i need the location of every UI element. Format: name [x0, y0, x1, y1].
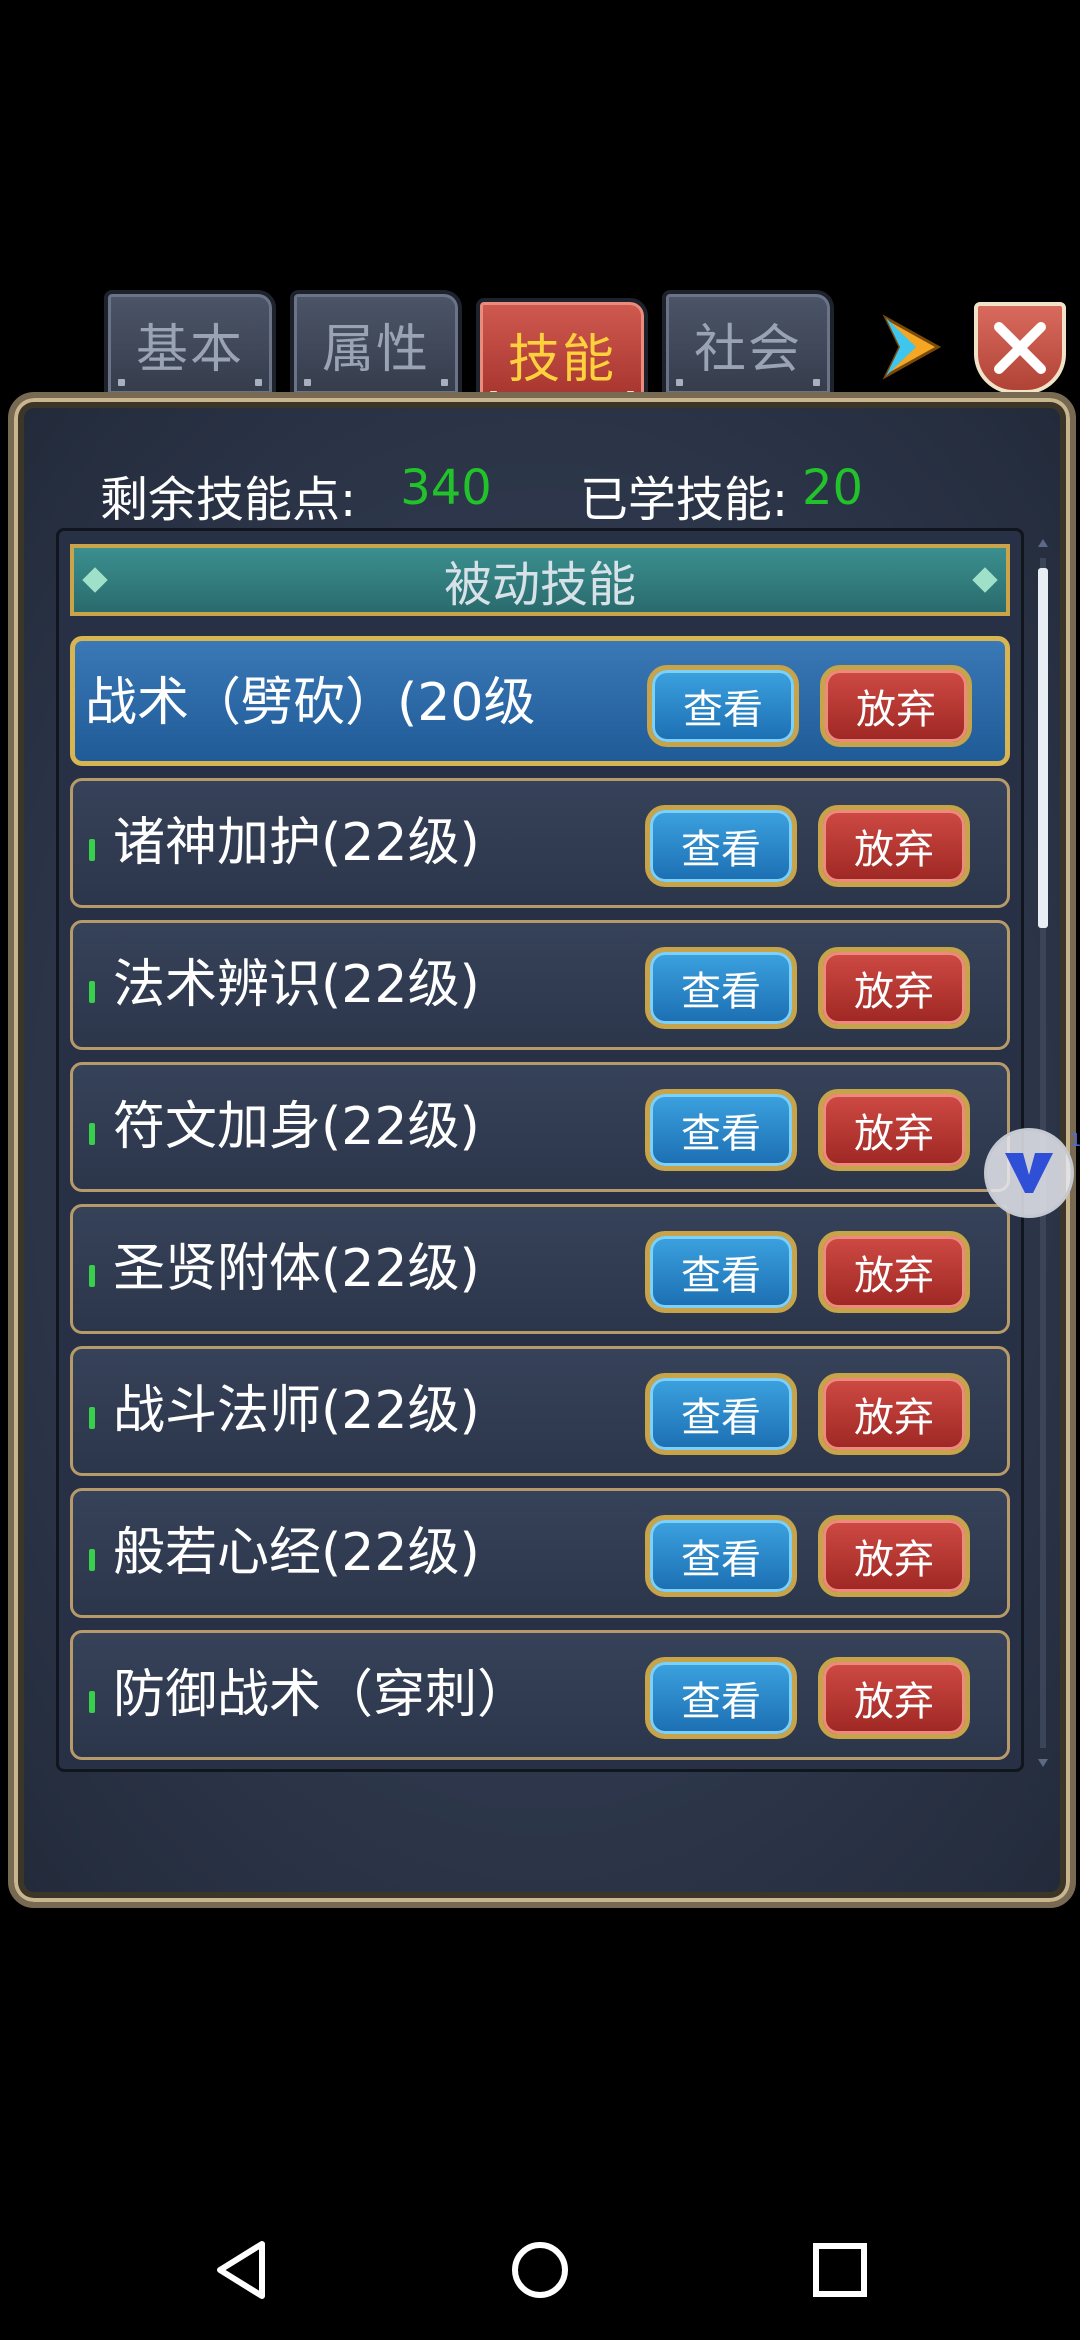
bullet-icon	[89, 1407, 95, 1429]
scroll-down-icon[interactable]	[1037, 1758, 1049, 1768]
tab-skills-label: 技能	[507, 329, 616, 390]
skill-row[interactable]: 符文加身(22级) 查看 放弃	[70, 1062, 1010, 1192]
bullet-icon	[89, 839, 95, 861]
abandon-button[interactable]: 放弃	[818, 1373, 970, 1455]
home-icon[interactable]	[508, 2238, 572, 2302]
close-icon	[994, 322, 1046, 374]
tab-social[interactable]: 社会	[662, 290, 834, 398]
skill-row[interactable]: 防御战术（穿刺） 查看 放弃	[70, 1630, 1010, 1760]
tab-basic[interactable]: 基本	[104, 290, 276, 398]
tab-attributes-label: 属性	[321, 319, 430, 380]
bullet-icon	[89, 1123, 95, 1145]
skill-name: 符文加身(22级)	[113, 1097, 480, 1157]
remaining-points-label: 剩余技能点:	[100, 472, 357, 528]
view-button[interactable]: 查看	[645, 1231, 797, 1313]
skill-name: 般若心经(22级)	[113, 1523, 480, 1583]
abandon-button[interactable]: 放弃	[818, 805, 970, 887]
skill-name: 战斗法师(22级)	[113, 1381, 480, 1441]
bullet-icon	[89, 1691, 95, 1713]
skill-row[interactable]: 诸神加护(22级) 查看 放弃	[70, 778, 1010, 908]
skill-name: 诸神加护(22级)	[113, 813, 480, 873]
skill-name: 防御战术（穿刺）	[113, 1665, 530, 1725]
tab-basic-label: 基本	[135, 319, 244, 380]
scroll-up-icon[interactable]	[1037, 538, 1049, 548]
bullet-icon	[89, 981, 95, 1003]
floating-assistant-button[interactable]	[984, 1128, 1074, 1218]
bullet-icon	[89, 1265, 95, 1287]
view-button[interactable]: 查看	[647, 665, 799, 747]
view-button[interactable]: 查看	[645, 805, 797, 887]
learned-skills-value: 20	[802, 460, 864, 516]
arrow-right-icon[interactable]	[880, 308, 944, 386]
section-title: 被动技能	[443, 557, 636, 613]
view-button[interactable]: 查看	[645, 1657, 797, 1739]
abandon-button[interactable]: 放弃	[818, 1657, 970, 1739]
skill-row[interactable]: 战斗法师(22级) 查看 放弃	[70, 1346, 1010, 1476]
remaining-points-value: 340	[400, 460, 492, 516]
abandon-button[interactable]: 放弃	[818, 947, 970, 1029]
learned-skills-label: 已学技能:	[579, 472, 788, 528]
back-icon[interactable]	[210, 2238, 274, 2302]
skill-row[interactable]: 圣贤附体(22级) 查看 放弃	[70, 1204, 1010, 1334]
tab-social-label: 社会	[693, 319, 802, 380]
abandon-button[interactable]: 放弃	[820, 665, 972, 747]
tab-attributes[interactable]: 属性	[290, 290, 462, 398]
abandon-button[interactable]: 放弃	[818, 1515, 970, 1597]
view-button[interactable]: 查看	[645, 1089, 797, 1171]
skill-row[interactable]: 般若心经(22级) 查看 放弃	[70, 1488, 1010, 1618]
view-button[interactable]: 查看	[645, 947, 797, 1029]
skill-row[interactable]: 战术（劈砍）(20级 查看 放弃	[70, 636, 1010, 766]
close-button[interactable]	[974, 302, 1066, 394]
skill-row[interactable]: 法术辨识(22级) 查看 放弃	[70, 920, 1010, 1050]
abandon-button[interactable]: 放弃	[818, 1089, 970, 1171]
skill-name: 法术辨识(22级)	[113, 955, 480, 1015]
view-button[interactable]: 查看	[645, 1373, 797, 1455]
section-header-passive: 被动技能	[70, 544, 1010, 616]
bullet-icon	[89, 1549, 95, 1571]
abandon-button[interactable]: 放弃	[818, 1231, 970, 1313]
scroll-thumb[interactable]	[1038, 568, 1048, 928]
skill-name: 圣贤附体(22级)	[113, 1239, 480, 1299]
view-button[interactable]: 查看	[645, 1515, 797, 1597]
skill-name: 战术（劈砍）(20级	[85, 673, 536, 733]
recents-icon[interactable]	[808, 2238, 872, 2302]
skill-points-header: 剩余技能点: 340 已学技能: 20	[100, 460, 863, 530]
fab-badge: 1	[1070, 1130, 1080, 1151]
v-icon	[1005, 1153, 1053, 1193]
system-navigation-bar	[0, 2200, 1080, 2340]
